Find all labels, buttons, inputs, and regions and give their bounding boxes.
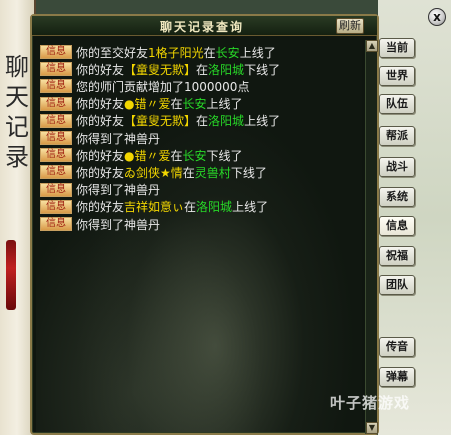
chat-message: 信息 你的好友 吉祥如意ぃ在洛阳城 上线了 (40, 199, 268, 215)
location-name[interactable]: 灵兽村 (195, 164, 231, 181)
location-name[interactable]: 洛阳城 (208, 112, 244, 129)
message-text: 你的好友 (76, 114, 125, 129)
location-name[interactable]: 洛阳城 (196, 198, 232, 215)
chat-message: 信息 你的好友 【童叟无欺】在洛阳城 上线了 (40, 113, 280, 129)
message-type-tag[interactable]: 信息 (40, 113, 72, 128)
refresh-button[interactable]: 刷新 (336, 18, 364, 34)
player-name[interactable]: ●错〃爱 (124, 147, 170, 164)
message-text: 你的好友 (76, 148, 125, 163)
chat-message: 信息 你的至交好友 1格子阳光在长安 上线了 (40, 44, 276, 60)
message-text: 在 (196, 62, 209, 77)
message-text: 上线了 (244, 114, 281, 129)
message-type-tag[interactable]: 信息 (40, 217, 72, 231)
message-text: 上线了 (239, 45, 276, 60)
player-name[interactable]: 吉祥如意ぃ (124, 198, 184, 215)
message-text: 你得到了神兽丹 (76, 217, 161, 232)
scroll-decoration-text: 聊天记录 (5, 53, 29, 171)
close-button[interactable]: x (428, 8, 446, 26)
message-text: 在 (184, 200, 197, 215)
chat-message: 信息 你的好友 【童叟无欺】在洛阳城 下线了 (40, 61, 280, 77)
message-type-tag[interactable]: 信息 (40, 96, 72, 111)
message-text: 上线了 (232, 200, 269, 215)
watermark: 叶子猪游戏 (330, 394, 411, 412)
player-name[interactable]: ゐ剑侠★情 (124, 164, 183, 181)
channel-button-8[interactable]: 团队 (379, 275, 415, 295)
message-type-tag[interactable]: 信息 (40, 79, 72, 94)
channel-button-10[interactable]: 弹幕 (379, 367, 415, 387)
chat-message: 信息 你得到了神兽丹 (40, 216, 160, 232)
scroll-up-arrow-icon[interactable]: ▲ (366, 40, 378, 52)
chat-message: 信息 你的好友 ●错〃爱在长安 下线了 (40, 147, 243, 163)
location-name[interactable]: 长安 (183, 95, 207, 112)
message-type-tag[interactable]: 信息 (40, 199, 72, 214)
channel-button-7[interactable]: 祝福 (379, 246, 415, 266)
message-text: 你的好友 (76, 62, 125, 77)
channel-button-1[interactable]: 世界 (379, 66, 415, 86)
player-name[interactable]: 【童叟无欺】 (124, 112, 196, 129)
chat-message: 信息 你的好友 ゐ剑侠★情在灵兽村 下线了 (40, 164, 267, 180)
message-text: 在 (196, 114, 209, 129)
player-name[interactable]: 【童叟无欺】 (124, 61, 196, 78)
window-title-bar[interactable]: 聊天记录查询 刷新 (32, 16, 377, 36)
channel-button-6[interactable]: 信息 (379, 216, 415, 236)
location-name[interactable]: 长安 (216, 44, 240, 61)
tassel-decoration (6, 240, 16, 310)
channel-button-0[interactable]: 当前 (379, 38, 415, 58)
chat-message: 信息 你得到了神兽丹 (40, 182, 160, 198)
channel-button-9[interactable]: 传音 (379, 337, 415, 357)
message-type-tag[interactable]: 信息 (40, 131, 72, 145)
channel-button-5[interactable]: 系统 (379, 187, 415, 207)
message-text: 你得到了神兽丹 (76, 131, 161, 146)
channel-button-2[interactable]: 队伍 (379, 94, 415, 114)
chat-message: 信息 你得到了神兽丹 (40, 130, 160, 146)
player-name[interactable]: 1格子阳光 (148, 44, 204, 61)
message-text: 你的好友 (76, 97, 125, 112)
scroll-down-arrow-icon[interactable]: ▼ (366, 422, 378, 434)
message-type-tag[interactable]: 信息 (40, 182, 72, 197)
message-text: 在 (170, 148, 183, 163)
location-name[interactable]: 洛阳城 (208, 61, 244, 78)
window-title: 聊天记录查询 (160, 20, 245, 34)
message-text: 您的师门贡献增加了1000000点 (76, 79, 250, 94)
chat-scrollbar[interactable]: ▲ ▼ (365, 40, 378, 434)
player-name[interactable]: ●错〃爱 (124, 95, 170, 112)
message-text: 你的好友 (76, 200, 125, 215)
chat-log: 信息 你的至交好友 1格子阳光在长安 上线了 信息 你的好友 【童叟无欺】在洛阳城 下线了 信息… (36, 40, 362, 432)
message-type-tag[interactable]: 信息 (40, 62, 72, 77)
message-type-tag[interactable]: 信息 (40, 148, 72, 163)
message-text: 上线了 (206, 97, 243, 112)
message-text: 你的至交好友 (76, 45, 149, 60)
location-name[interactable]: 长安 (183, 147, 207, 164)
chat-message: 信息 您的师门贡献增加了1000000点 (40, 78, 249, 94)
message-text: 在 (182, 165, 195, 180)
message-text: 你得到了神兽丹 (76, 183, 161, 198)
message-text: 你的好友 (76, 165, 125, 180)
message-type-tag[interactable]: 信息 (40, 165, 72, 180)
chat-message: 信息 你的好友 ●错〃爱在长安 上线了 (40, 96, 243, 112)
message-text: 下线了 (206, 148, 243, 163)
message-text: 下线了 (230, 165, 267, 180)
channel-button-4[interactable]: 战斗 (379, 157, 415, 177)
message-text: 在 (170, 97, 183, 112)
message-text: 在 (203, 45, 216, 60)
channel-button-3[interactable]: 帮派 (379, 126, 415, 146)
chat-history-window: 聊天记录查询 刷新 信息 你的至交好友 1格子阳光在长安 上线了 信息 你的好友 【童叟无欺… (30, 14, 379, 435)
message-text: 下线了 (244, 62, 281, 77)
message-type-tag[interactable]: 信息 (40, 45, 72, 59)
